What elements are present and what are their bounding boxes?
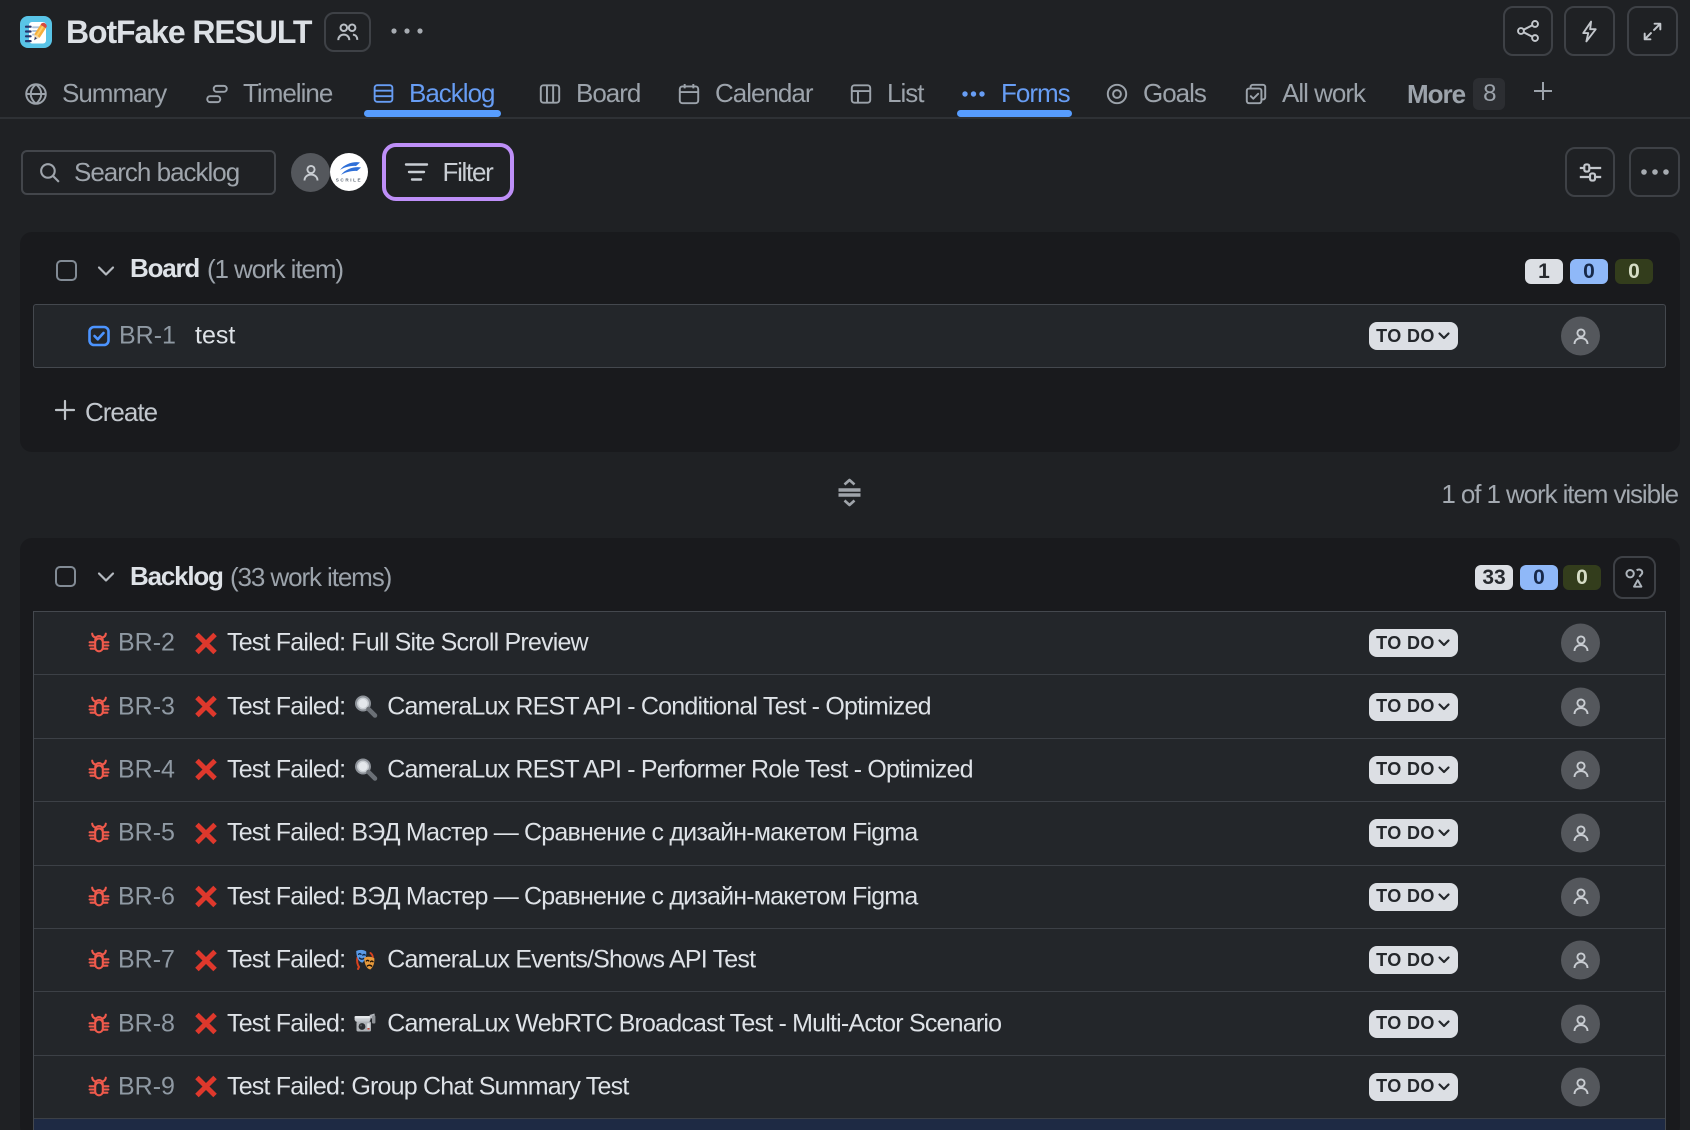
svg-text:SCRILE: SCRILE [336, 178, 362, 183]
